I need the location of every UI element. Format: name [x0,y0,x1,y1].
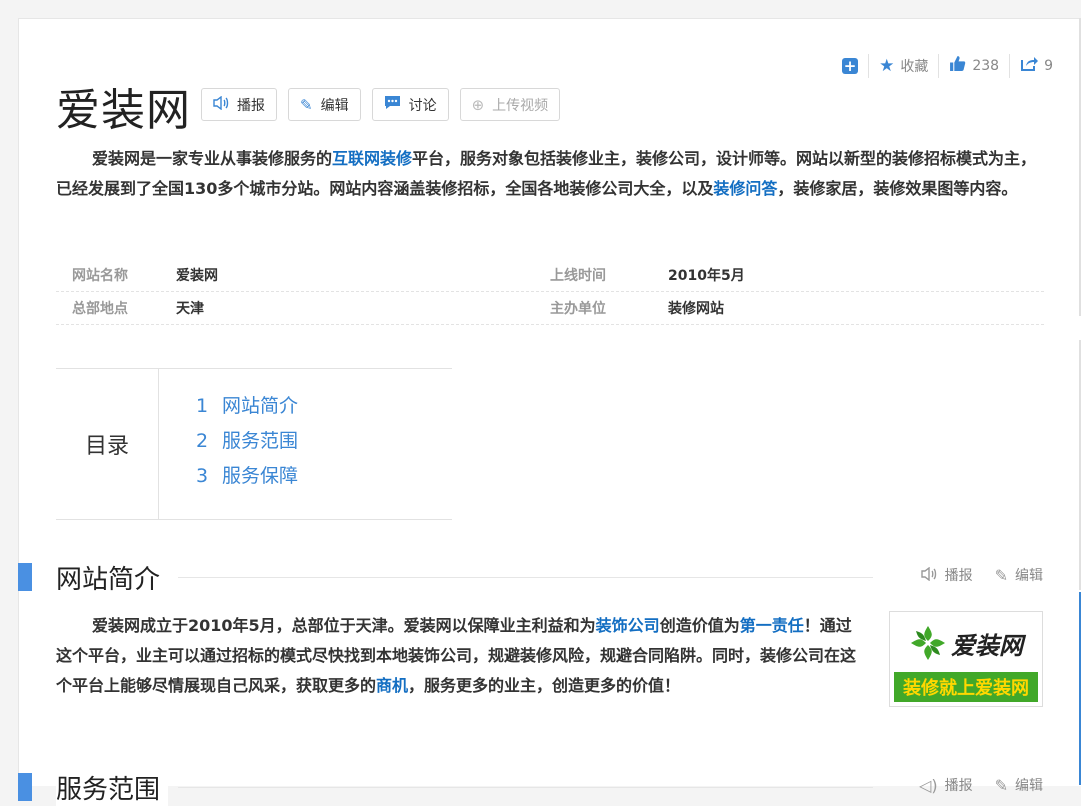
info-label: 网站名称 [72,268,128,284]
discuss-label: 讨论 [408,97,437,114]
summary-text: ，装修家居，装修效果图等内容。 [777,179,1018,198]
toc-title: 目录 [56,369,159,519]
speaker-icon: ◁) [919,775,938,795]
logo-brand: 爱装网 [951,631,1023,660]
para-text: 爱装网成立于2010年5月，总部位于天津。爱装网以保障业主利益和为 [92,616,596,635]
info-row: 网站名称 爱装网 上线时间 2010年5月 [56,259,1044,292]
toc-item[interactable]: 2 服务范围 [196,426,298,461]
edit-label: 编辑 [320,97,349,114]
info-value: 爱装网 [176,268,218,284]
entry-summary: 爱装网是一家专业从事装修服务的互联网装修平台，服务对象包括装修业主，装修公司，设… [56,144,1046,204]
toc-label: 服务范围 [222,430,299,452]
section-edit-button[interactable]: ✎ 编辑 [995,775,1043,795]
info-label: 上线时间 [550,268,606,284]
thumbs-up-icon [949,55,966,77]
favorite-label: 收藏 [900,59,929,75]
toc-number: 3 [196,465,209,487]
info-label: 主办单位 [550,301,606,317]
section-title: 网站简介 [56,559,169,596]
page-title: 爱装网 [56,85,191,136]
pencil-icon: ✎ [994,775,1008,795]
section-marker [18,563,32,591]
star-icon: ★ [879,56,895,76]
summary-link-decoration-qa[interactable]: 装修问答 [713,179,777,198]
toc-label: 服务保障 [222,465,299,487]
section-actions: 播报 ✎ 编辑 [898,565,1043,585]
section-report-label: 播报 [944,778,973,794]
chat-icon [384,95,401,114]
section-edit-label: 编辑 [1015,568,1043,584]
favorite-button[interactable]: ★ 收藏 [868,54,938,78]
table-of-contents: 目录 1 网站简介 2 服务范围 3 服务保障 [56,368,452,520]
link-business-opportunity[interactable]: 商机 [376,676,408,695]
like-button[interactable]: 238 [938,54,1009,78]
section-header-intro: 网站简介 播报 ✎ 编辑 [18,559,1043,596]
speaker-icon [213,95,229,114]
toc-number: 1 [196,395,209,417]
section-divider [178,787,873,788]
section-report-button[interactable]: ◁) 播报 [919,775,973,795]
section-edit-button[interactable]: ✎ 编辑 [995,565,1043,585]
summary-text: 爱装网是一家专业从事装修服务的 [92,149,333,168]
toc-item[interactable]: 1 网站简介 [196,391,298,426]
edit-button[interactable]: ✎ 编辑 [288,88,361,121]
plus-circle-icon: ⊕ [471,95,485,114]
section-report-button[interactable]: 播报 [920,565,973,585]
entry-actions: + ★ 收藏 238 9 [832,54,1063,78]
basic-info-table: 网站名称 爱装网 上线时间 2010年5月 总部地点 天津 主办单位 装修网站 [56,259,1044,325]
para-text: 创造价值为 [659,616,740,635]
info-label: 总部地点 [72,301,128,317]
section-marker [18,773,32,801]
toc-item[interactable]: 3 服务保障 [196,461,298,496]
info-value: 2010年5月 [668,268,745,284]
report-label: 播报 [237,97,265,114]
upload-video-button[interactable]: ⊕ 上传视频 [459,88,561,121]
toc-number: 2 [196,430,209,452]
pencil-icon: ✎ [994,565,1008,585]
discuss-button[interactable]: 讨论 [371,88,449,121]
report-button[interactable]: 播报 [201,88,277,121]
site-logo-image[interactable]: 爱装网 装修就上爱装网 [889,611,1043,707]
info-value: 装修网站 [668,301,724,317]
toc-list: 1 网站简介 2 服务范围 3 服务保障 [159,369,298,519]
section-divider [178,577,873,578]
title-toolbar: 播报 ✎ 编辑 讨论 ⊕ 上传视频 [201,88,571,121]
logo-mark [909,624,947,662]
upload-video-label: 上传视频 [492,97,549,114]
toc-label: 网站简介 [222,395,299,417]
add-button[interactable]: + [832,54,868,78]
logo-slogan: 装修就上爱装网 [894,672,1038,702]
para-text: ，服务更多的业主，创造更多的价值！ [408,676,681,695]
pencil-icon: ✎ [300,95,313,114]
share-button[interactable]: 9 [1009,54,1063,78]
section-edit-label: 编辑 [1015,778,1043,794]
summary-link-internet-decoration[interactable]: 互联网装修 [332,149,412,168]
share-count: 9 [1044,58,1053,74]
share-icon [1020,55,1039,77]
link-decoration-company[interactable]: 装饰公司 [596,616,660,635]
speaker-icon [920,566,938,585]
info-row: 总部地点 天津 主办单位 装修网站 [56,292,1044,325]
link-first-responsibility[interactable]: 第一责任 [740,616,804,635]
section-report-label: 播报 [944,568,973,584]
like-count: 238 [972,58,1000,74]
section-title: 服务范围 [56,769,169,806]
plus-icon: + [842,56,859,75]
section-intro-text: 爱装网成立于2010年5月，总部位于天津。爱装网以保障业主利益和为装饰公司创造价… [56,611,866,701]
section-header-scope: 服务范围 ◁) 播报 ✎ 编辑 [18,769,1043,806]
info-value-link[interactable]: 天津 [176,298,550,318]
section-actions: ◁) 播报 ✎ 编辑 [897,775,1043,795]
